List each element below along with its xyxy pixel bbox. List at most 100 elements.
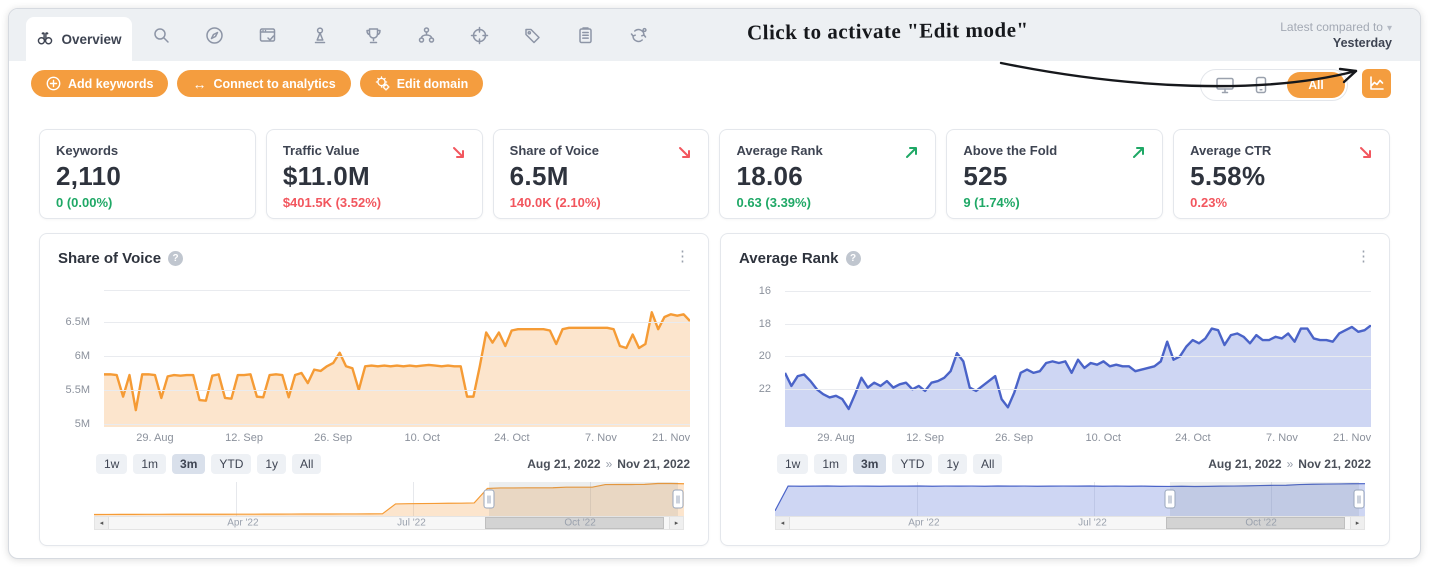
scrollbar-track[interactable]: Apr '22Jul '22Oct '22: [789, 517, 1351, 529]
trend-up-icon: [903, 144, 921, 167]
gridline: [785, 324, 1371, 325]
date-separator: »: [606, 457, 613, 471]
sitemap-icon[interactable]: [416, 25, 436, 45]
trend-down-icon: [676, 144, 694, 167]
search-icon[interactable]: [151, 25, 171, 45]
desktop-icon[interactable]: [1215, 76, 1235, 94]
stat-value: 525: [963, 161, 1146, 192]
navigator-selection[interactable]: [1170, 482, 1359, 516]
plot-area[interactable]: [104, 290, 690, 427]
x-tick-label: 26. Sep: [995, 432, 1033, 444]
date-to: Nov 21, 2022: [1298, 457, 1371, 471]
x-tick-label: 21. Nov: [652, 432, 690, 444]
kebab-menu-icon[interactable]: ⋮: [669, 247, 696, 266]
navigator-right-handle[interactable]: [1354, 490, 1365, 509]
stat-card-share-of-voice: Share of Voice 6.5M 140.0K (2.10%): [493, 129, 710, 219]
y-axis: 6.5M6M5.5M5M: [40, 290, 98, 427]
compass-icon[interactable]: [204, 25, 224, 45]
mobile-icon[interactable]: [1255, 76, 1267, 94]
scrollbar-track[interactable]: Apr '22Jul '22Oct '22: [108, 517, 670, 529]
help-icon[interactable]: ?: [168, 251, 183, 266]
range-button-3m[interactable]: 3m: [853, 454, 886, 474]
navigator-left-handle[interactable]: [1165, 490, 1176, 509]
scrollbar-period-label: Jul '22: [397, 518, 426, 529]
date-range[interactable]: Aug 21, 2022»Nov 21, 2022: [527, 457, 690, 471]
winners-losers-icon[interactable]: [363, 25, 383, 45]
connect-analytics-label: Connect to analytics: [213, 77, 335, 91]
range-button-all[interactable]: All: [973, 454, 1002, 474]
scrollbar-period-label: Jul '22: [1078, 518, 1107, 529]
connect-analytics-button[interactable]: ↔ Connect to analytics: [177, 70, 350, 97]
x-tick-label: 12. Sep: [225, 432, 263, 444]
scroll-right-arrow[interactable]: ▸: [1350, 517, 1364, 529]
competitors-icon[interactable]: [310, 25, 330, 45]
stat-title: Traffic Value: [283, 143, 466, 158]
range-button-1m[interactable]: 1m: [814, 454, 847, 474]
add-keywords-button[interactable]: Add keywords: [31, 70, 168, 97]
edit-domain-button[interactable]: Edit domain: [360, 70, 484, 97]
edit-mode-button[interactable]: [1362, 69, 1391, 98]
x-tick-label: 26. Sep: [314, 432, 352, 444]
compare-dropdown[interactable]: Latest compared to▾ Yesterday: [1280, 20, 1392, 51]
app-window: Overview Lates: [8, 8, 1421, 559]
navigator-selection[interactable]: [489, 482, 678, 516]
date-range[interactable]: Aug 21, 2022»Nov 21, 2022: [1208, 457, 1371, 471]
range-button-1y[interactable]: 1y: [257, 454, 286, 474]
integrations-icon[interactable]: [628, 25, 648, 45]
scroll-right-arrow[interactable]: ▸: [669, 517, 683, 529]
stat-card-traffic-value: Traffic Value $11.0M $401.5K (3.52%): [266, 129, 483, 219]
stat-delta: 0.23%: [1190, 195, 1373, 210]
target-icon[interactable]: [469, 25, 489, 45]
stat-title: Keywords: [56, 143, 239, 158]
gridline: [104, 356, 690, 357]
stat-value: $11.0M: [283, 161, 466, 192]
gridline: [785, 291, 1371, 292]
notes-icon[interactable]: [575, 25, 595, 45]
average-rank-chart-card: Average Rank ? ⋮ 16182022 29. Aug12. Sep…: [720, 233, 1390, 546]
y-tick-label: 5M: [75, 418, 90, 430]
x-tick-label: 7. Nov: [1266, 432, 1298, 444]
range-button-ytd[interactable]: YTD: [211, 454, 251, 474]
chart-navigator[interactable]: [775, 482, 1365, 516]
compare-label: Latest compared to: [1280, 20, 1383, 34]
scroll-left-arrow[interactable]: ◂: [776, 517, 790, 529]
gridline: [785, 356, 1371, 357]
date-from: Aug 21, 2022: [527, 457, 600, 471]
x-tick-label: 10. Oct: [1085, 432, 1120, 444]
date-from: Aug 21, 2022: [1208, 457, 1281, 471]
kebab-menu-icon[interactable]: ⋮: [1350, 247, 1377, 266]
navigator-left-handle[interactable]: [484, 490, 495, 509]
trend-down-icon: [450, 144, 468, 167]
gridline: [104, 322, 690, 323]
tab-overview[interactable]: Overview: [26, 17, 132, 61]
stat-card-keywords: Keywords 2,110 0 (0.00%): [39, 129, 256, 219]
range-button-ytd[interactable]: YTD: [892, 454, 932, 474]
range-button-1w[interactable]: 1w: [777, 454, 808, 474]
chart-title: Share of Voice ?: [58, 250, 183, 267]
help-icon[interactable]: ?: [846, 251, 861, 266]
navigator-right-handle[interactable]: [673, 490, 684, 509]
tab-overview-label: Overview: [61, 32, 121, 47]
x-axis-labels: 29. Aug12. Sep26. Sep10. Oct24. Oct7. No…: [785, 432, 1371, 446]
navigator-scrollbar: ◂ Apr '22Jul '22Oct '22 ▸: [775, 516, 1365, 530]
chart-controls: 1w1m3mYTD1yAll Aug 21, 2022»Nov 21, 2022: [96, 454, 690, 474]
gridline: [104, 390, 690, 391]
device-all-button[interactable]: All: [1287, 72, 1345, 98]
plot-area[interactable]: [785, 290, 1371, 427]
range-button-all[interactable]: All: [292, 454, 321, 474]
serp-features-icon[interactable]: [257, 25, 277, 45]
edit-domain-label: Edit domain: [397, 77, 469, 91]
tags-icon[interactable]: [522, 25, 542, 45]
range-button-1y[interactable]: 1y: [938, 454, 967, 474]
range-button-1m[interactable]: 1m: [133, 454, 166, 474]
navigator-scrollbar: ◂ Apr '22Jul '22Oct '22 ▸: [94, 516, 684, 530]
chart-title-label: Share of Voice: [58, 250, 161, 267]
gridline: [104, 424, 690, 425]
chart-navigator[interactable]: [94, 482, 684, 516]
range-button-1w[interactable]: 1w: [96, 454, 127, 474]
nav-icon-row: [151, 9, 648, 61]
y-tick-label: 16: [759, 285, 771, 297]
y-tick-label: 20: [759, 350, 771, 362]
scroll-left-arrow[interactable]: ◂: [95, 517, 109, 529]
range-button-3m[interactable]: 3m: [172, 454, 205, 474]
